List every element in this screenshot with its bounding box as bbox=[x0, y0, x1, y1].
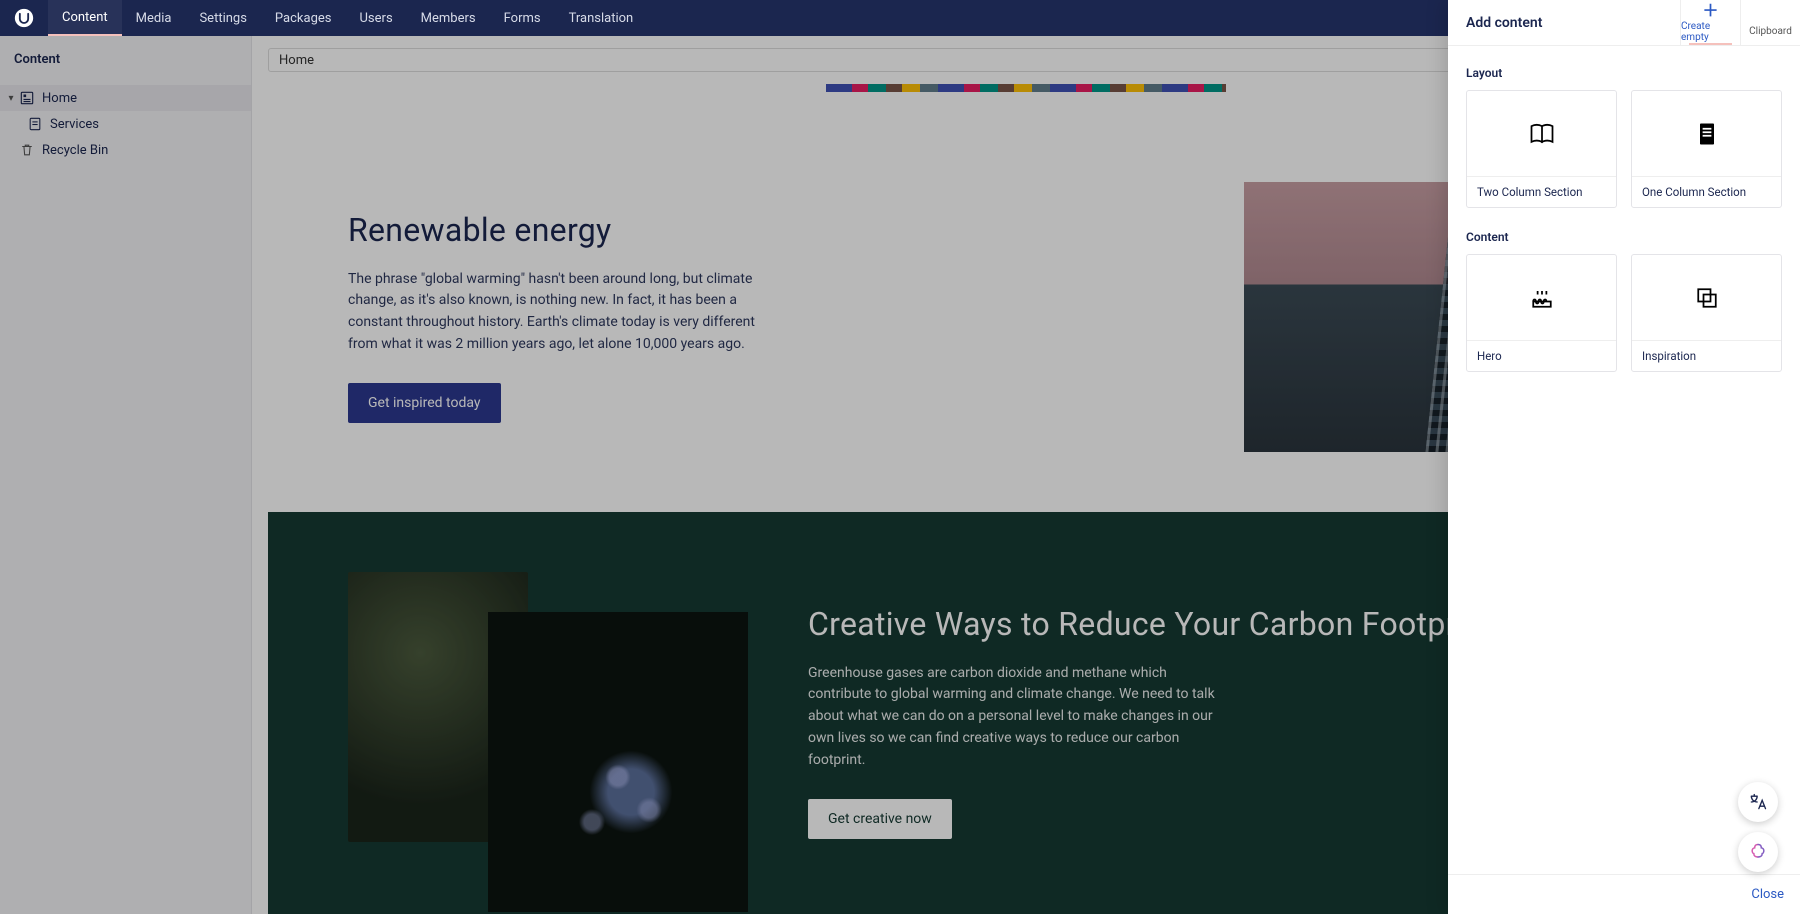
fab-assist[interactable] bbox=[1738, 832, 1778, 872]
stack-icon bbox=[1632, 255, 1781, 340]
home-doc-icon bbox=[20, 91, 34, 105]
card-label: One Column Section bbox=[1632, 176, 1781, 207]
tab-clipboard[interactable]: Clipboard bbox=[1740, 0, 1800, 45]
trash-icon bbox=[20, 143, 34, 157]
fab-translate[interactable] bbox=[1738, 782, 1778, 822]
tree-node-recycle-bin[interactable]: Recycle Bin bbox=[0, 137, 251, 163]
close-button[interactable]: Close bbox=[1751, 887, 1784, 902]
cta-get-creative[interactable]: Get creative now bbox=[808, 799, 952, 839]
card-hero[interactable]: Hero bbox=[1466, 254, 1617, 372]
tree-section-label: Content bbox=[0, 52, 251, 67]
content-tree-panel: Content ▾ Home Services Recycle bbox=[0, 36, 252, 914]
translate-icon bbox=[1748, 792, 1768, 812]
page-solid-icon bbox=[1632, 91, 1781, 176]
nav-item-media[interactable]: Media bbox=[122, 0, 186, 36]
card-label: Two Column Section bbox=[1467, 176, 1616, 207]
flyout-title: Add content bbox=[1448, 0, 1680, 45]
tab-create-empty[interactable]: ＋ Create empty bbox=[1680, 0, 1740, 45]
preview-image-forest bbox=[348, 572, 748, 872]
content-tree: ▾ Home Services Recycle Bin bbox=[0, 85, 251, 163]
flyout-body: Layout Two Column Section One Column Sec… bbox=[1448, 46, 1800, 874]
nav-item-settings[interactable]: Settings bbox=[185, 0, 260, 36]
nav-item-forms[interactable]: Forms bbox=[490, 0, 555, 36]
card-one-column-section[interactable]: One Column Section bbox=[1631, 90, 1782, 208]
nav-item-content[interactable]: Content bbox=[48, 0, 122, 36]
tree-node-home[interactable]: ▾ Home bbox=[0, 85, 251, 111]
book-open-icon bbox=[1467, 91, 1616, 176]
umbraco-logo-icon bbox=[14, 8, 34, 28]
nav-item-users[interactable]: Users bbox=[346, 0, 407, 36]
group-label-layout: Layout bbox=[1466, 66, 1782, 80]
tree-node-label: Services bbox=[46, 117, 99, 132]
section-body: The phrase "global warming" hasn't been … bbox=[348, 269, 768, 356]
tree-node-services[interactable]: Services bbox=[0, 111, 251, 137]
section-body: Greenhouse gases are carbon dioxide and … bbox=[808, 663, 1228, 771]
nav-item-packages[interactable]: Packages bbox=[261, 0, 346, 36]
preview-image-strip bbox=[826, 84, 1226, 92]
cta-get-inspired[interactable]: Get inspired today bbox=[348, 383, 501, 423]
tab-label: Clipboard bbox=[1749, 26, 1792, 37]
plus-icon: ＋ bbox=[1702, 3, 1718, 19]
tab-label: Create empty bbox=[1681, 21, 1740, 43]
card-label: Hero bbox=[1467, 340, 1616, 371]
card-two-column-section[interactable]: Two Column Section bbox=[1466, 90, 1617, 208]
app-logo[interactable] bbox=[0, 0, 48, 36]
card-label: Inspiration bbox=[1632, 340, 1781, 371]
section-title: Renewable energy bbox=[348, 211, 1184, 249]
nav-item-members[interactable]: Members bbox=[407, 0, 490, 36]
tree-node-label: Home bbox=[38, 91, 77, 106]
card-inspiration[interactable]: Inspiration bbox=[1631, 254, 1782, 372]
breadcrumb-current: Home bbox=[279, 53, 314, 68]
group-label-content: Content bbox=[1466, 230, 1782, 244]
brain-icon bbox=[1748, 842, 1768, 862]
nav-item-translation[interactable]: Translation bbox=[555, 0, 648, 36]
flyout-header: Add content ＋ Create empty Clipboard bbox=[1448, 0, 1800, 46]
cake-icon bbox=[1467, 255, 1616, 340]
add-content-panel: Add content ＋ Create empty Clipboard Lay… bbox=[1448, 0, 1800, 914]
tree-node-label: Recycle Bin bbox=[38, 143, 108, 158]
doc-icon bbox=[28, 117, 42, 131]
flyout-footer: Close bbox=[1448, 874, 1800, 914]
caret-down-icon[interactable]: ▾ bbox=[6, 93, 16, 104]
top-nav-items: Content Media Settings Packages Users Me… bbox=[48, 0, 647, 36]
